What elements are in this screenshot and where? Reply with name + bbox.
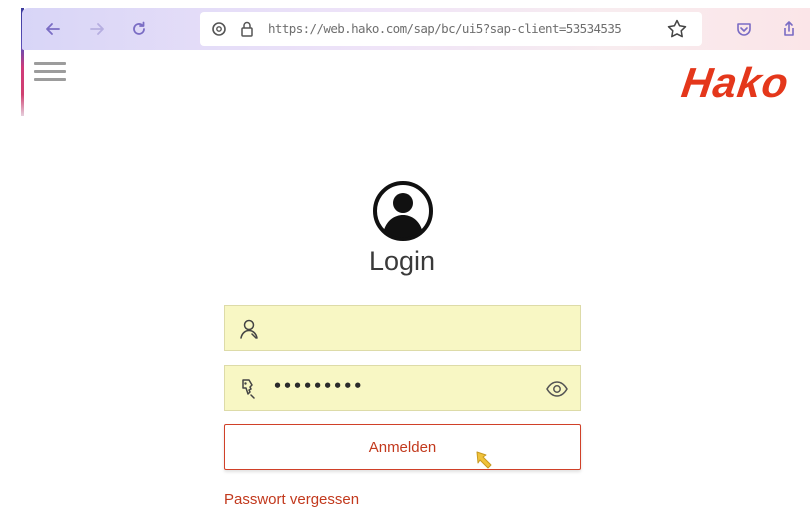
password-input[interactable]: ••••••••• — [273, 377, 363, 395]
user-avatar-icon — [373, 181, 433, 241]
lock-icon[interactable] — [238, 20, 256, 38]
arrow-left-icon — [46, 23, 60, 35]
login-button[interactable]: Anmelden — [224, 424, 581, 470]
arrow-right-icon — [90, 23, 104, 35]
hamburger-line — [34, 62, 66, 65]
username-input[interactable] — [273, 316, 533, 340]
browser-toolbar: https://web.hako.com/sap/bc/ui5?sap-clie… — [22, 8, 810, 50]
password-field[interactable]: ••••••••• — [224, 365, 581, 411]
share-icon[interactable] — [780, 20, 798, 38]
brand-logo: Hako — [678, 59, 793, 106]
reload-button[interactable] — [126, 16, 152, 42]
hamburger-icon[interactable] — [34, 62, 66, 82]
login-title: Login — [368, 246, 436, 276]
back-button[interactable] — [40, 16, 66, 42]
hamburger-line — [34, 70, 66, 73]
key-icon — [242, 379, 255, 399]
url-text[interactable]: https://web.hako.com/sap/bc/ui5?sap-clie… — [268, 21, 642, 36]
hamburger-line — [34, 78, 66, 81]
address-bar[interactable]: https://web.hako.com/sap/bc/ui5?sap-clie… — [200, 12, 702, 46]
reload-icon — [133, 21, 145, 35]
forgot-password-link[interactable]: Passwort vergessen — [224, 491, 359, 508]
username-field[interactable] — [224, 305, 581, 351]
login-button-label: Anmelden — [368, 438, 437, 456]
eye-icon[interactable] — [545, 378, 569, 400]
forward-button[interactable] — [84, 16, 110, 42]
mouse-cursor-icon — [476, 451, 492, 469]
shield-icon[interactable] — [210, 20, 228, 38]
star-icon[interactable] — [666, 18, 688, 40]
user-icon — [240, 319, 258, 339]
pocket-icon[interactable] — [735, 20, 753, 38]
